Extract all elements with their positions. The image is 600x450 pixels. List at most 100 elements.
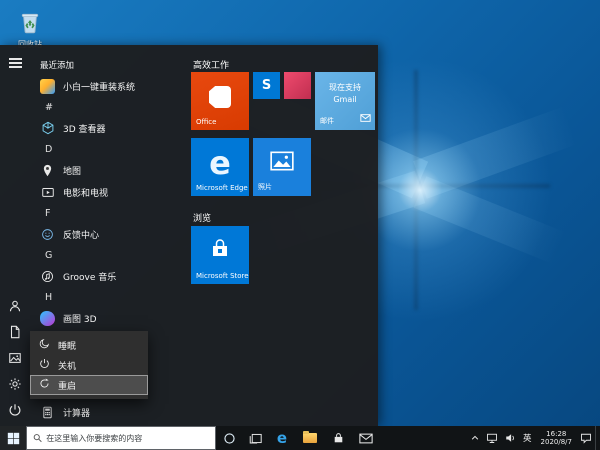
taskbar-search-box[interactable]: [26, 426, 216, 450]
app-item-paint-3d[interactable]: 画图 3D: [36, 307, 185, 329]
paint-3d-icon: [40, 311, 55, 326]
taskbar-mail-button[interactable]: [352, 426, 380, 450]
edge-icon: e: [277, 429, 287, 447]
tile-label: 照片: [258, 182, 272, 192]
settings-button[interactable]: [0, 372, 30, 396]
input-language-indicator[interactable]: 英: [519, 426, 536, 450]
taskbar-clock[interactable]: 16:28 2020/8/7: [536, 426, 577, 450]
edge-icon: e: [209, 144, 231, 182]
start-rail-bottom: [0, 294, 30, 422]
recycle-bin[interactable]: 回收站: [8, 10, 52, 50]
tiles-area: 高效工作 Office S 现在支持 Gmail 邮件: [185, 45, 378, 426]
store-bag-icon: [208, 237, 232, 265]
app-item-feedback-hub[interactable]: 反馈中心: [36, 223, 185, 245]
start-button[interactable]: [0, 426, 26, 450]
action-center-icon: [580, 432, 592, 444]
cortana-button[interactable]: [216, 426, 242, 450]
action-center-button[interactable]: [577, 426, 595, 450]
office-icon: [209, 86, 231, 108]
pictures-icon: [8, 351, 22, 365]
network-ethernet-icon: [486, 432, 498, 444]
letter-header-d[interactable]: D: [36, 139, 185, 159]
photos-icon: [269, 148, 295, 178]
letter-header-hash[interactable]: #: [36, 97, 185, 117]
power-menu-label: 关机: [58, 359, 76, 372]
taskbar-edge-button[interactable]: e: [268, 426, 296, 450]
app-item-3d-viewer[interactable]: 3D 查看器: [36, 117, 185, 139]
feedback-hub-icon: [40, 227, 55, 242]
taskbar: e: [0, 426, 600, 450]
tile-skype[interactable]: S: [253, 72, 280, 99]
power-menu-item-restart[interactable]: 重启: [30, 375, 148, 395]
cortana-icon: [223, 432, 236, 445]
power-menu-item-sleep[interactable]: 睡眠: [30, 335, 148, 355]
clock-date: 2020/8/7: [541, 438, 572, 447]
restart-icon: [39, 378, 50, 392]
power-menu-item-shutdown[interactable]: 关机: [30, 355, 148, 375]
tile-label: 邮件: [320, 116, 334, 126]
desktop-screen: 回收站: [0, 0, 600, 450]
tile-mail[interactable]: 现在支持 Gmail 邮件: [315, 72, 375, 130]
tile-microsoft-edge[interactable]: e Microsoft Edge: [191, 138, 249, 196]
app-item-movies-tv[interactable]: 电影和电视: [36, 181, 185, 203]
clock-time: 16:28: [546, 430, 566, 439]
tile-photos[interactable]: 照片: [253, 138, 311, 196]
app-label: 3D 查看器: [63, 122, 106, 135]
taskbar-store-button[interactable]: [324, 426, 352, 450]
gear-icon: [8, 377, 22, 391]
app-label: 反馈中心: [63, 228, 99, 241]
letter-header-f[interactable]: F: [36, 203, 185, 223]
folder-icon: [303, 433, 317, 443]
letter-label: F: [45, 208, 50, 219]
tile-label: Microsoft Edge: [196, 184, 248, 192]
3d-viewer-icon: [40, 121, 55, 136]
envelope-icon: [360, 107, 371, 126]
chevron-up-icon: [470, 433, 480, 443]
task-view-button[interactable]: [242, 426, 268, 450]
calculator-icon: [40, 405, 55, 420]
app-label: 小白一键重装系统: [63, 80, 135, 93]
letter-label: G: [45, 250, 52, 261]
small-tile-red[interactable]: [284, 72, 311, 99]
windows-logo-icon: [7, 432, 20, 445]
letter-header-g[interactable]: G: [36, 245, 185, 265]
hidden-icons-button[interactable]: [467, 426, 483, 450]
groove-music-icon: [40, 269, 55, 284]
store-bag-icon: [332, 432, 345, 445]
app-item-groove-music[interactable]: Groove 音乐: [36, 265, 185, 287]
app-label: 电影和电视: [63, 186, 108, 199]
volume-button[interactable]: [501, 426, 519, 450]
shutdown-power-icon: [39, 358, 50, 372]
power-button[interactable]: [0, 398, 30, 422]
app-item-xiaobai[interactable]: 小白一键重装系统: [36, 75, 185, 97]
letter-header-h[interactable]: H: [36, 287, 185, 307]
xiaobai-app-icon: [40, 79, 55, 94]
hamburger-icon: [9, 56, 22, 71]
show-desktop-button[interactable]: [595, 426, 600, 450]
search-icon: [33, 433, 42, 443]
account-button[interactable]: [0, 294, 30, 318]
tile-group-explore[interactable]: 浏览: [193, 211, 211, 224]
app-item-maps[interactable]: 地图: [36, 159, 185, 181]
pictures-button[interactable]: [0, 346, 30, 370]
mail-live-tile-text: 现在支持 Gmail: [315, 82, 375, 106]
power-menu-label: 重启: [58, 379, 76, 392]
recycle-bin-icon: [19, 10, 41, 38]
tile-microsoft-store[interactable]: Microsoft Store: [191, 226, 249, 284]
power-menu: 睡眠 关机 重启: [30, 331, 148, 399]
app-item-calculator[interactable]: 计算器: [36, 401, 185, 423]
app-label: 地图: [63, 164, 81, 177]
tile-office[interactable]: Office: [191, 72, 249, 130]
app-label: 计算器: [63, 406, 90, 419]
tile-group-productivity[interactable]: 高效工作: [193, 58, 229, 71]
search-input[interactable]: [46, 434, 209, 443]
recently-added-header: 最近添加: [36, 55, 185, 75]
language-label: 英: [523, 432, 532, 444]
start-rail: [0, 45, 30, 426]
expand-menu-button[interactable]: [0, 51, 30, 75]
letter-label: #: [45, 102, 53, 113]
power-menu-label: 睡眠: [58, 339, 76, 352]
documents-button[interactable]: [0, 320, 30, 344]
network-button[interactable]: [483, 426, 501, 450]
taskbar-file-explorer-button[interactable]: [296, 426, 324, 450]
